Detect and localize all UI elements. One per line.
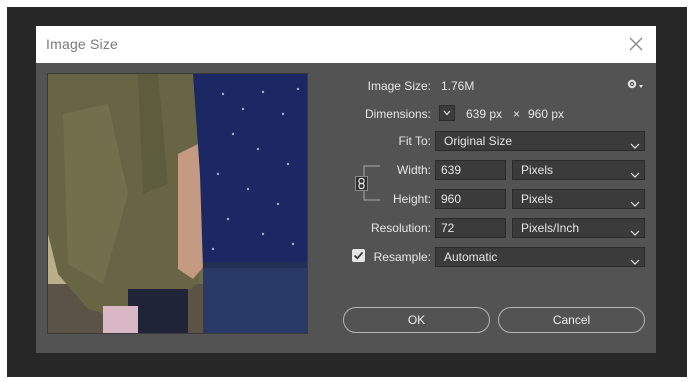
- dialog-titlebar: Image Size: [36, 26, 656, 63]
- dimensions-times: ×: [513, 107, 521, 121]
- resolution-unit-select[interactable]: Pixels/Inch: [512, 218, 645, 238]
- height-input[interactable]: 960: [435, 189, 506, 209]
- image-size-dialog: Image Size Image Size: 1.76M Dimensions:…: [36, 26, 656, 353]
- chevron-down-icon: [630, 253, 640, 265]
- close-icon[interactable]: [626, 34, 646, 54]
- chevron-down-icon: [630, 195, 640, 207]
- resample-select[interactable]: Automatic: [435, 247, 645, 267]
- image-preview[interactable]: [47, 73, 308, 334]
- resolution-unit-value: Pixels/Inch: [521, 221, 580, 235]
- cancel-button[interactable]: Cancel: [498, 307, 645, 333]
- chevron-down-icon: [630, 166, 640, 178]
- height-unit-value: Pixels: [521, 192, 554, 206]
- ok-button[interactable]: OK: [343, 307, 490, 333]
- height-unit-select[interactable]: Pixels: [512, 189, 645, 209]
- width-input[interactable]: 639: [435, 160, 506, 180]
- fit-to-label: Fit To:: [398, 134, 431, 148]
- width-unit-value: Pixels: [521, 163, 554, 177]
- dimensions-dropdown-icon[interactable]: [439, 105, 455, 121]
- resample-value: Automatic: [444, 250, 498, 264]
- resolution-input[interactable]: 72: [435, 218, 506, 238]
- width-unit-select[interactable]: Pixels: [512, 160, 645, 180]
- dialog-title: Image Size: [46, 36, 119, 52]
- chevron-down-icon: [630, 224, 640, 236]
- chevron-down-icon: [630, 137, 640, 149]
- dimensions-width: 639 px: [466, 107, 503, 121]
- dimensions-height: 960 px: [528, 107, 565, 121]
- image-size-label: Image Size:: [367, 79, 431, 93]
- gear-icon[interactable]: [626, 77, 644, 91]
- fit-to-value: Original Size: [444, 134, 513, 148]
- height-label: Height:: [392, 192, 431, 206]
- chain-link-icon[interactable]: [355, 176, 368, 191]
- resolution-label: Resolution:: [370, 221, 431, 235]
- width-label: Width:: [396, 163, 431, 177]
- image-size-value: 1.76M: [441, 79, 475, 93]
- dimensions-label: Dimensions:: [364, 107, 431, 121]
- resample-label: Resample:: [373, 250, 431, 264]
- fit-to-select[interactable]: Original Size: [435, 131, 645, 151]
